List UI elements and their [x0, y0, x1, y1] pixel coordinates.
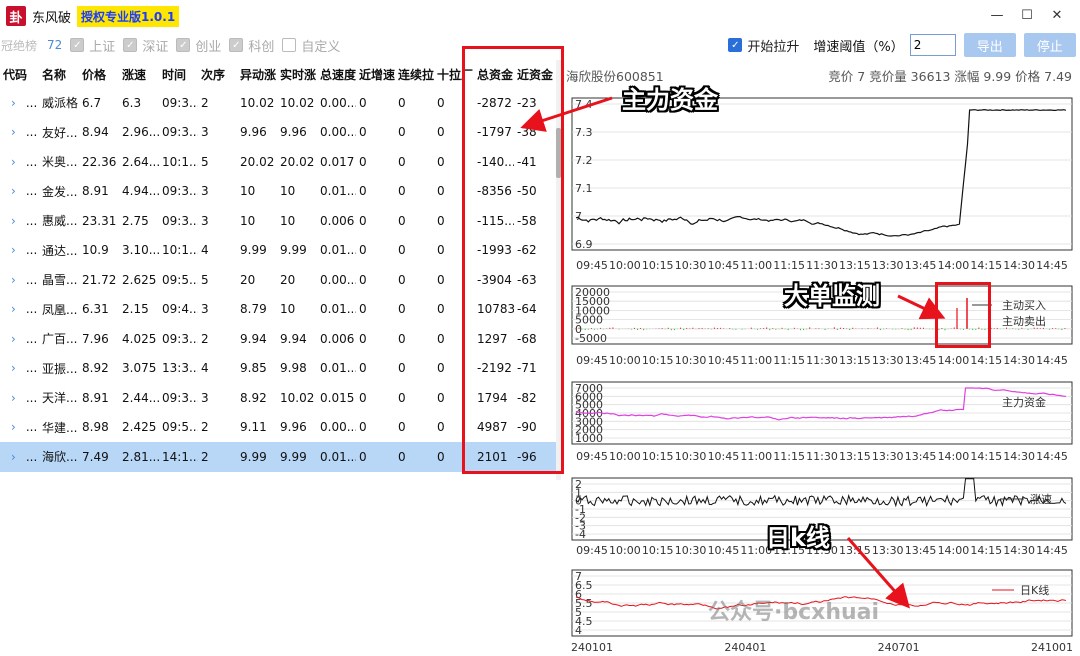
watermark: 公众号·bcxhuai [708, 600, 880, 625]
annotation-arrows [520, 96, 946, 609]
fund-arrow [520, 96, 613, 132]
bigorder-arrow [897, 294, 946, 320]
bigorder-annotation: 大单监测 [784, 282, 880, 310]
kline-annotation: 日k线 [766, 524, 830, 552]
fund-annotation: 主力资金 [622, 86, 718, 114]
